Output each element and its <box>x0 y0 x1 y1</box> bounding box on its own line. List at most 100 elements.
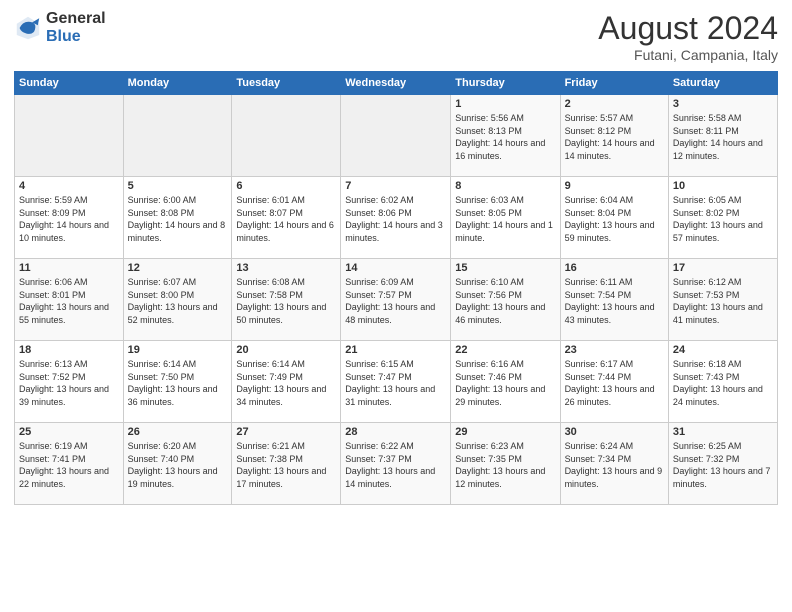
location-subtitle: Futani, Campania, Italy <box>598 47 778 63</box>
calendar-cell <box>15 95 124 177</box>
calendar-cell: 14 Sunrise: 6:09 AM Sunset: 7:57 PM Dayli… <box>341 259 451 341</box>
day-number: 6 <box>236 180 336 192</box>
calendar-cell: 7 Sunrise: 6:02 AM Sunset: 8:06 PM Daylig… <box>341 177 451 259</box>
day-number: 18 <box>19 344 119 356</box>
day-number: 12 <box>128 262 228 274</box>
day-number: 23 <box>565 344 664 356</box>
logo-general-text: General <box>46 10 106 28</box>
day-info: Sunrise: 6:02 AM Sunset: 8:06 PM Dayligh… <box>345 194 446 244</box>
calendar-header-row: Sunday Monday Tuesday Wednesday Thursday… <box>15 72 778 95</box>
day-number: 15 <box>455 262 555 274</box>
day-info: Sunrise: 6:10 AM Sunset: 7:56 PM Dayligh… <box>455 276 555 326</box>
day-info: Sunrise: 6:15 AM Sunset: 7:47 PM Dayligh… <box>345 358 446 408</box>
calendar-cell: 20Sunrise: 6:14 AM Sunset: 7:49 PM Dayli… <box>232 341 341 423</box>
calendar-cell: 25Sunrise: 6:19 AM Sunset: 7:41 PM Dayli… <box>15 423 124 505</box>
day-info: Sunrise: 6:06 AM Sunset: 8:01 PM Dayligh… <box>19 276 119 326</box>
calendar-cell: 3 Sunrise: 5:58 AM Sunset: 8:11 PM Daylig… <box>668 95 777 177</box>
day-info: Sunrise: 5:56 AM Sunset: 8:13 PM Dayligh… <box>455 112 555 162</box>
calendar-cell: 26 Sunrise: 6:20 AM Sunset: 7:40 PM Dayli… <box>123 423 232 505</box>
day-info: Sunrise: 6:22 AM Sunset: 7:37 PM Dayligh… <box>345 440 446 490</box>
col-saturday: Saturday <box>668 72 777 95</box>
day-info: Sunrise: 6:08 AM Sunset: 7:58 PM Dayligh… <box>236 276 336 326</box>
calendar-cell <box>232 95 341 177</box>
day-info: Sunrise: 6:05 AM Sunset: 8:02 PM Dayligh… <box>673 194 773 244</box>
day-info: Sunrise: 6:18 AM Sunset: 7:43 PM Dayligh… <box>673 358 773 408</box>
col-sunday: Sunday <box>15 72 124 95</box>
calendar-cell: 2 Sunrise: 5:57 AM Sunset: 8:12 PM Daylig… <box>560 95 668 177</box>
day-number: 13 <box>236 262 336 274</box>
day-info: Sunrise: 6:20 AM Sunset: 7:40 PM Dayligh… <box>128 440 228 490</box>
day-info: Sunrise: 6:12 AM Sunset: 7:53 PM Dayligh… <box>673 276 773 326</box>
logo-blue-text: Blue <box>46 28 81 45</box>
day-info: Sunrise: 6:07 AM Sunset: 8:00 PM Dayligh… <box>128 276 228 326</box>
calendar-cell <box>341 95 451 177</box>
day-number: 9 <box>565 180 664 192</box>
calendar-cell: 23 Sunrise: 6:17 AM Sunset: 7:44 PM Dayli… <box>560 341 668 423</box>
day-number: 19 <box>128 344 228 356</box>
day-info: Sunrise: 6:04 AM Sunset: 8:04 PM Dayligh… <box>565 194 664 244</box>
calendar-cell: 28Sunrise: 6:22 AM Sunset: 7:37 PM Dayli… <box>341 423 451 505</box>
day-number: 10 <box>673 180 773 192</box>
day-number: 2 <box>565 98 664 110</box>
day-info: Sunrise: 5:58 AM Sunset: 8:11 PM Dayligh… <box>673 112 773 162</box>
day-number: 24 <box>673 344 773 356</box>
day-number: 4 <box>19 180 119 192</box>
calendar-cell: 9 Sunrise: 6:04 AM Sunset: 8:04 PM Daylig… <box>560 177 668 259</box>
day-info: Sunrise: 6:14 AM Sunset: 7:50 PM Dayligh… <box>128 358 228 408</box>
day-number: 8 <box>455 180 555 192</box>
calendar-cell: 5 Sunrise: 6:00 AM Sunset: 8:08 PM Daylig… <box>123 177 232 259</box>
calendar-week-row: 11 Sunrise: 6:06 AM Sunset: 8:01 PM Dayli… <box>15 259 778 341</box>
calendar-cell: 31 Sunrise: 6:25 AM Sunset: 7:32 PM Dayli… <box>668 423 777 505</box>
day-number: 11 <box>19 262 119 274</box>
calendar-cell: 12 Sunrise: 6:07 AM Sunset: 8:00 PM Dayli… <box>123 259 232 341</box>
calendar-cell: 8Sunrise: 6:03 AM Sunset: 8:05 PM Daylig… <box>451 177 560 259</box>
day-info: Sunrise: 6:00 AM Sunset: 8:08 PM Dayligh… <box>128 194 228 244</box>
col-tuesday: Tuesday <box>232 72 341 95</box>
col-friday: Friday <box>560 72 668 95</box>
calendar-cell: 24 Sunrise: 6:18 AM Sunset: 7:43 PM Dayli… <box>668 341 777 423</box>
day-number: 20 <box>236 344 336 356</box>
calendar-cell: 27 Sunrise: 6:21 AM Sunset: 7:38 PM Dayli… <box>232 423 341 505</box>
logo-icon <box>14 14 42 42</box>
day-number: 3 <box>673 98 773 110</box>
day-info: Sunrise: 6:17 AM Sunset: 7:44 PM Dayligh… <box>565 358 664 408</box>
calendar-cell: 15 Sunrise: 6:10 AM Sunset: 7:56 PM Dayli… <box>451 259 560 341</box>
day-info: Sunrise: 6:09 AM Sunset: 7:57 PM Dayligh… <box>345 276 446 326</box>
day-info: Sunrise: 5:59 AM Sunset: 8:09 PM Dayligh… <box>19 194 119 244</box>
col-monday: Monday <box>123 72 232 95</box>
day-info: Sunrise: 6:16 AM Sunset: 7:46 PM Dayligh… <box>455 358 555 408</box>
day-number: 26 <box>128 426 228 438</box>
month-title: August 2024 <box>598 10 778 47</box>
day-info: Sunrise: 6:13 AM Sunset: 7:52 PM Dayligh… <box>19 358 119 408</box>
calendar-week-row: 1 Sunrise: 5:56 AM Sunset: 8:13 PM Daylig… <box>15 95 778 177</box>
day-info: Sunrise: 6:21 AM Sunset: 7:38 PM Dayligh… <box>236 440 336 490</box>
calendar-cell: 11 Sunrise: 6:06 AM Sunset: 8:01 PM Dayli… <box>15 259 124 341</box>
calendar-cell: 18 Sunrise: 6:13 AM Sunset: 7:52 PM Dayli… <box>15 341 124 423</box>
day-info: Sunrise: 6:24 AM Sunset: 7:34 PM Dayligh… <box>565 440 664 490</box>
day-number: 25 <box>19 426 119 438</box>
col-wednesday: Wednesday <box>341 72 451 95</box>
day-number: 27 <box>236 426 336 438</box>
page-header: General Blue August 2024 Futani, Campani… <box>14 10 778 63</box>
day-info: Sunrise: 6:01 AM Sunset: 8:07 PM Dayligh… <box>236 194 336 244</box>
day-number: 14 <box>345 262 446 274</box>
day-number: 31 <box>673 426 773 438</box>
day-number: 29 <box>455 426 555 438</box>
calendar-cell: 22 Sunrise: 6:16 AM Sunset: 7:46 PM Dayli… <box>451 341 560 423</box>
day-number: 17 <box>673 262 773 274</box>
calendar-cell: 29 Sunrise: 6:23 AM Sunset: 7:35 PM Dayli… <box>451 423 560 505</box>
calendar-cell: 16Sunrise: 6:11 AM Sunset: 7:54 PM Dayli… <box>560 259 668 341</box>
day-info: Sunrise: 6:23 AM Sunset: 7:35 PM Dayligh… <box>455 440 555 490</box>
day-info: Sunrise: 6:25 AM Sunset: 7:32 PM Dayligh… <box>673 440 773 490</box>
day-number: 5 <box>128 180 228 192</box>
calendar-cell: 6 Sunrise: 6:01 AM Sunset: 8:07 PM Daylig… <box>232 177 341 259</box>
calendar-week-row: 25Sunrise: 6:19 AM Sunset: 7:41 PM Dayli… <box>15 423 778 505</box>
col-thursday: Thursday <box>451 72 560 95</box>
day-number: 22 <box>455 344 555 356</box>
calendar-cell: 4 Sunrise: 5:59 AM Sunset: 8:09 PM Daylig… <box>15 177 124 259</box>
day-number: 1 <box>455 98 555 110</box>
day-number: 7 <box>345 180 446 192</box>
day-info: Sunrise: 5:57 AM Sunset: 8:12 PM Dayligh… <box>565 112 664 162</box>
calendar-cell: 10 Sunrise: 6:05 AM Sunset: 8:02 PM Dayli… <box>668 177 777 259</box>
calendar-cell: 21Sunrise: 6:15 AM Sunset: 7:47 PM Dayli… <box>341 341 451 423</box>
